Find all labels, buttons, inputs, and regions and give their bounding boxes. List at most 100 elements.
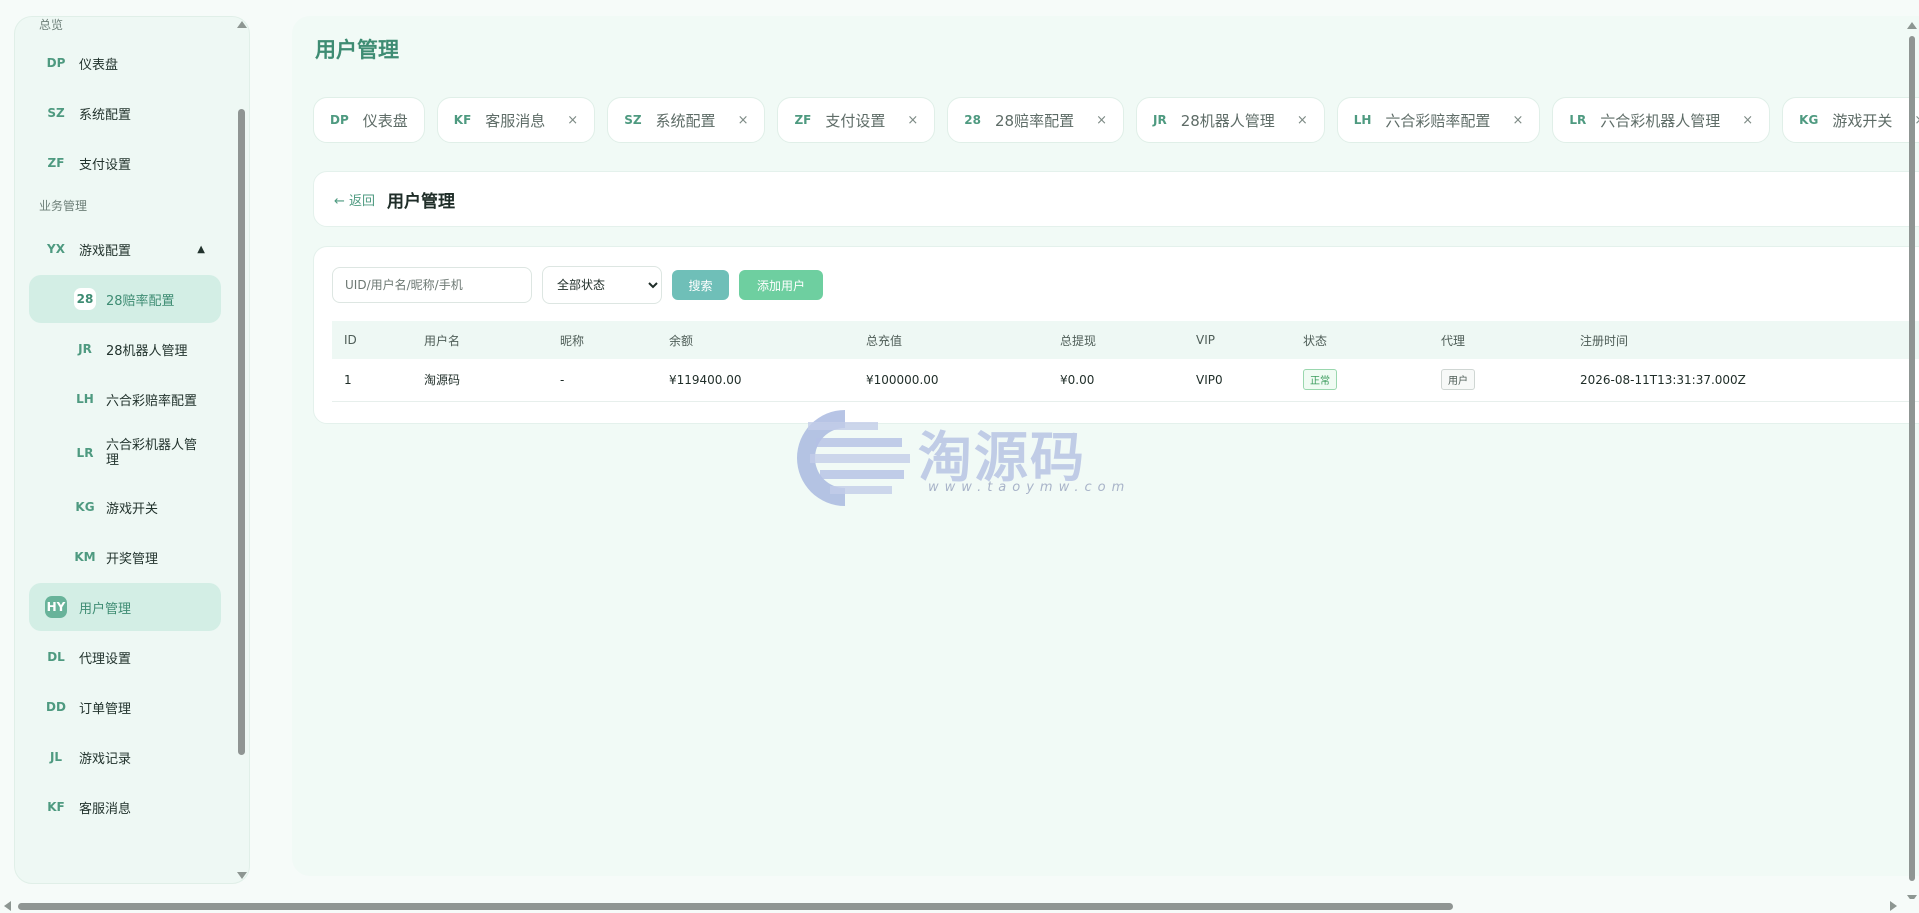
sidebar-item-code: DL [47,650,65,664]
sidebar-item-label: 客服消息 [79,801,132,817]
sidebar-item-label: 游戏配置 [79,243,132,259]
column-header-status[interactable]: 状态 [1291,321,1429,359]
tab-mark-six-robot-management[interactable]: LR 六合彩机器人管理 × [1552,97,1771,143]
column-header-agent[interactable]: 代理 [1429,321,1568,359]
sidebar-item-label: 代理设置 [79,651,132,667]
add-user-button[interactable]: 添加用户 [739,270,823,300]
sidebar-menu: 总览 DP 仪表盘 SZ 系统配置 ZF 支付设置 业务管理 YX 游戏配置 ▲… [15,17,235,883]
column-header-total-recharge[interactable]: 总充值 [854,321,1048,359]
page-vertical-scrollbar[interactable] [1905,22,1919,902]
sidebar-item-dashboard[interactable]: DP 仪表盘 [29,39,221,87]
tab-code: LH [1353,113,1372,127]
tab-label: 六合彩赔率配置 [1385,111,1491,130]
sidebar-scrollbar[interactable] [235,17,249,883]
tab-28-odds-config[interactable]: 28 28赔率配置 × [947,97,1124,143]
sidebar-item-game-switch[interactable]: KG 游戏开关 [29,483,221,531]
caret-up-icon[interactable]: ▲ [197,244,205,255]
sidebar-item-code: HY [45,596,67,618]
section-title: 用户管理 [387,191,456,212]
close-icon[interactable]: × [907,113,918,128]
cell-vip: VIP0 [1184,359,1291,402]
tab-payment-settings[interactable]: ZF 支付设置 × [777,97,936,143]
tab-code: KG [1799,113,1819,127]
scroll-up-arrow-icon[interactable] [237,21,247,28]
scroll-right-arrow-icon[interactable] [1890,901,1897,911]
sidebar-item-28-odds-config[interactable]: 28 28赔率配置 [29,275,221,323]
sidebar-item-code: KG [75,500,95,514]
sidebar-item-code: DP [46,56,66,70]
sidebar-item-code: 28 [74,288,96,310]
vertical-scrollbar-thumb[interactable] [1909,36,1915,881]
close-icon[interactable]: × [738,113,749,128]
scroll-up-arrow-icon[interactable] [1907,22,1917,29]
sidebar-item-order-management[interactable]: DD 订单管理 [29,683,221,731]
cell-total-withdraw: ¥0.00 [1048,359,1184,402]
tab-game-switch[interactable]: KG 游戏开关 × [1782,97,1919,143]
sidebar-item-label: 仪表盘 [79,57,119,73]
sidebar-item-code: JL [49,750,63,764]
table-header-row: ID 用户名 昵称 余额 总充值 总提现 VIP 状态 代理 注册时间 [332,321,1919,359]
sidebar-item-code: SZ [47,106,65,120]
tab-customer-messages[interactable]: KF 客服消息 × [436,97,596,143]
sidebar-item-draw-management[interactable]: KM 开奖管理 [29,533,221,581]
sidebar-item-customer-messages[interactable]: KF 客服消息 [29,783,221,831]
sidebar-item-agent-settings[interactable]: DL 代理设置 [29,633,221,681]
tab-mark-six-odds-config[interactable]: LH 六合彩赔率配置 × [1336,97,1541,143]
sidebar-item-code: ZF [47,156,65,170]
status-badge: 正常 [1303,369,1337,391]
sidebar-item-label: 六合彩赔率配置 [106,393,198,409]
sidebar-item-mark-six-odds-config[interactable]: LH 六合彩赔率配置 [29,375,221,423]
agent-role-badge: 用户 [1441,369,1475,391]
sidebar-section-overview: 总览 [39,18,64,32]
sidebar-item-label: 支付设置 [79,157,132,173]
tab-code: LR [1569,113,1587,127]
sidebar-item-28-robot-management[interactable]: JR 28机器人管理 [29,325,221,373]
tab-code: KF [453,113,472,127]
column-header-total-withdraw[interactable]: 总提现 [1048,321,1184,359]
column-header-balance[interactable]: 余额 [657,321,854,359]
search-input[interactable] [332,267,532,303]
table-row[interactable]: 1 淘源码 - ¥119400.00 ¥100000.00 ¥0.00 VIP0… [332,359,1919,402]
tab-dashboard[interactable]: DP 仪表盘 [313,97,425,143]
sidebar-item-label: 28机器人管理 [106,343,188,359]
scroll-left-arrow-icon[interactable] [4,901,11,911]
sidebar-section-business: 业务管理 [39,199,88,213]
sidebar-item-system-config[interactable]: SZ 系统配置 [29,89,221,137]
tab-label: 六合彩机器人管理 [1600,111,1721,130]
sidebar-item-game-records[interactable]: JL 游戏记录 [29,733,221,781]
column-header-username[interactable]: 用户名 [412,321,548,359]
tab-system-config[interactable]: SZ 系统配置 × [607,97,766,143]
column-header-vip[interactable]: VIP [1184,321,1291,359]
search-button[interactable]: 搜索 [672,270,729,300]
tab-label: 系统配置 [655,111,716,130]
back-link[interactable]: ← 返回 [334,190,375,209]
close-icon[interactable]: × [567,113,578,128]
sidebar-item-label: 订单管理 [79,701,132,717]
close-icon[interactable]: × [1512,113,1523,128]
column-header-registered[interactable]: 注册时间 [1568,321,1919,359]
sidebar-item-mark-six-robot-management[interactable]: LR 六合彩机器人管理 [29,425,221,481]
sidebar-item-user-management[interactable]: HY 用户管理 [29,583,221,631]
close-icon[interactable]: × [1096,113,1107,128]
horizontal-scrollbar-thumb[interactable] [18,903,1453,910]
sidebar-item-payment-settings[interactable]: ZF 支付设置 [29,139,221,187]
column-header-id[interactable]: ID [332,321,412,359]
sidebar-scrollbar-thumb[interactable] [238,109,245,755]
status-filter-select[interactable]: 全部状态 [542,266,662,304]
tab-bar: DP 仪表盘 KF 客服消息 × SZ 系统配置 × ZF 支付设置 × 28 … [313,97,1919,143]
tab-label: 28赔率配置 [995,111,1075,130]
user-table: ID 用户名 昵称 余额 总充值 总提现 VIP 状态 代理 注册时间 1 淘源… [332,321,1919,402]
close-icon[interactable]: × [1297,113,1308,128]
cell-id: 1 [332,359,412,402]
column-header-nickname[interactable]: 昵称 [548,321,657,359]
cell-status: 正常 [1291,359,1429,402]
page-horizontal-scrollbar[interactable] [0,899,1919,913]
scroll-down-arrow-icon[interactable] [237,872,247,879]
sidebar-item-code: KF [47,800,65,814]
sidebar: 总览 DP 仪表盘 SZ 系统配置 ZF 支付设置 业务管理 YX 游戏配置 ▲… [14,16,250,884]
sidebar-item-label: 游戏记录 [79,751,132,767]
close-icon[interactable]: × [1742,113,1753,128]
sidebar-item-game-config[interactable]: YX 游戏配置 ▲ [29,225,221,273]
tab-28-robot-management[interactable]: JR 28机器人管理 × [1136,97,1325,143]
sidebar-item-label: 系统配置 [79,107,132,123]
